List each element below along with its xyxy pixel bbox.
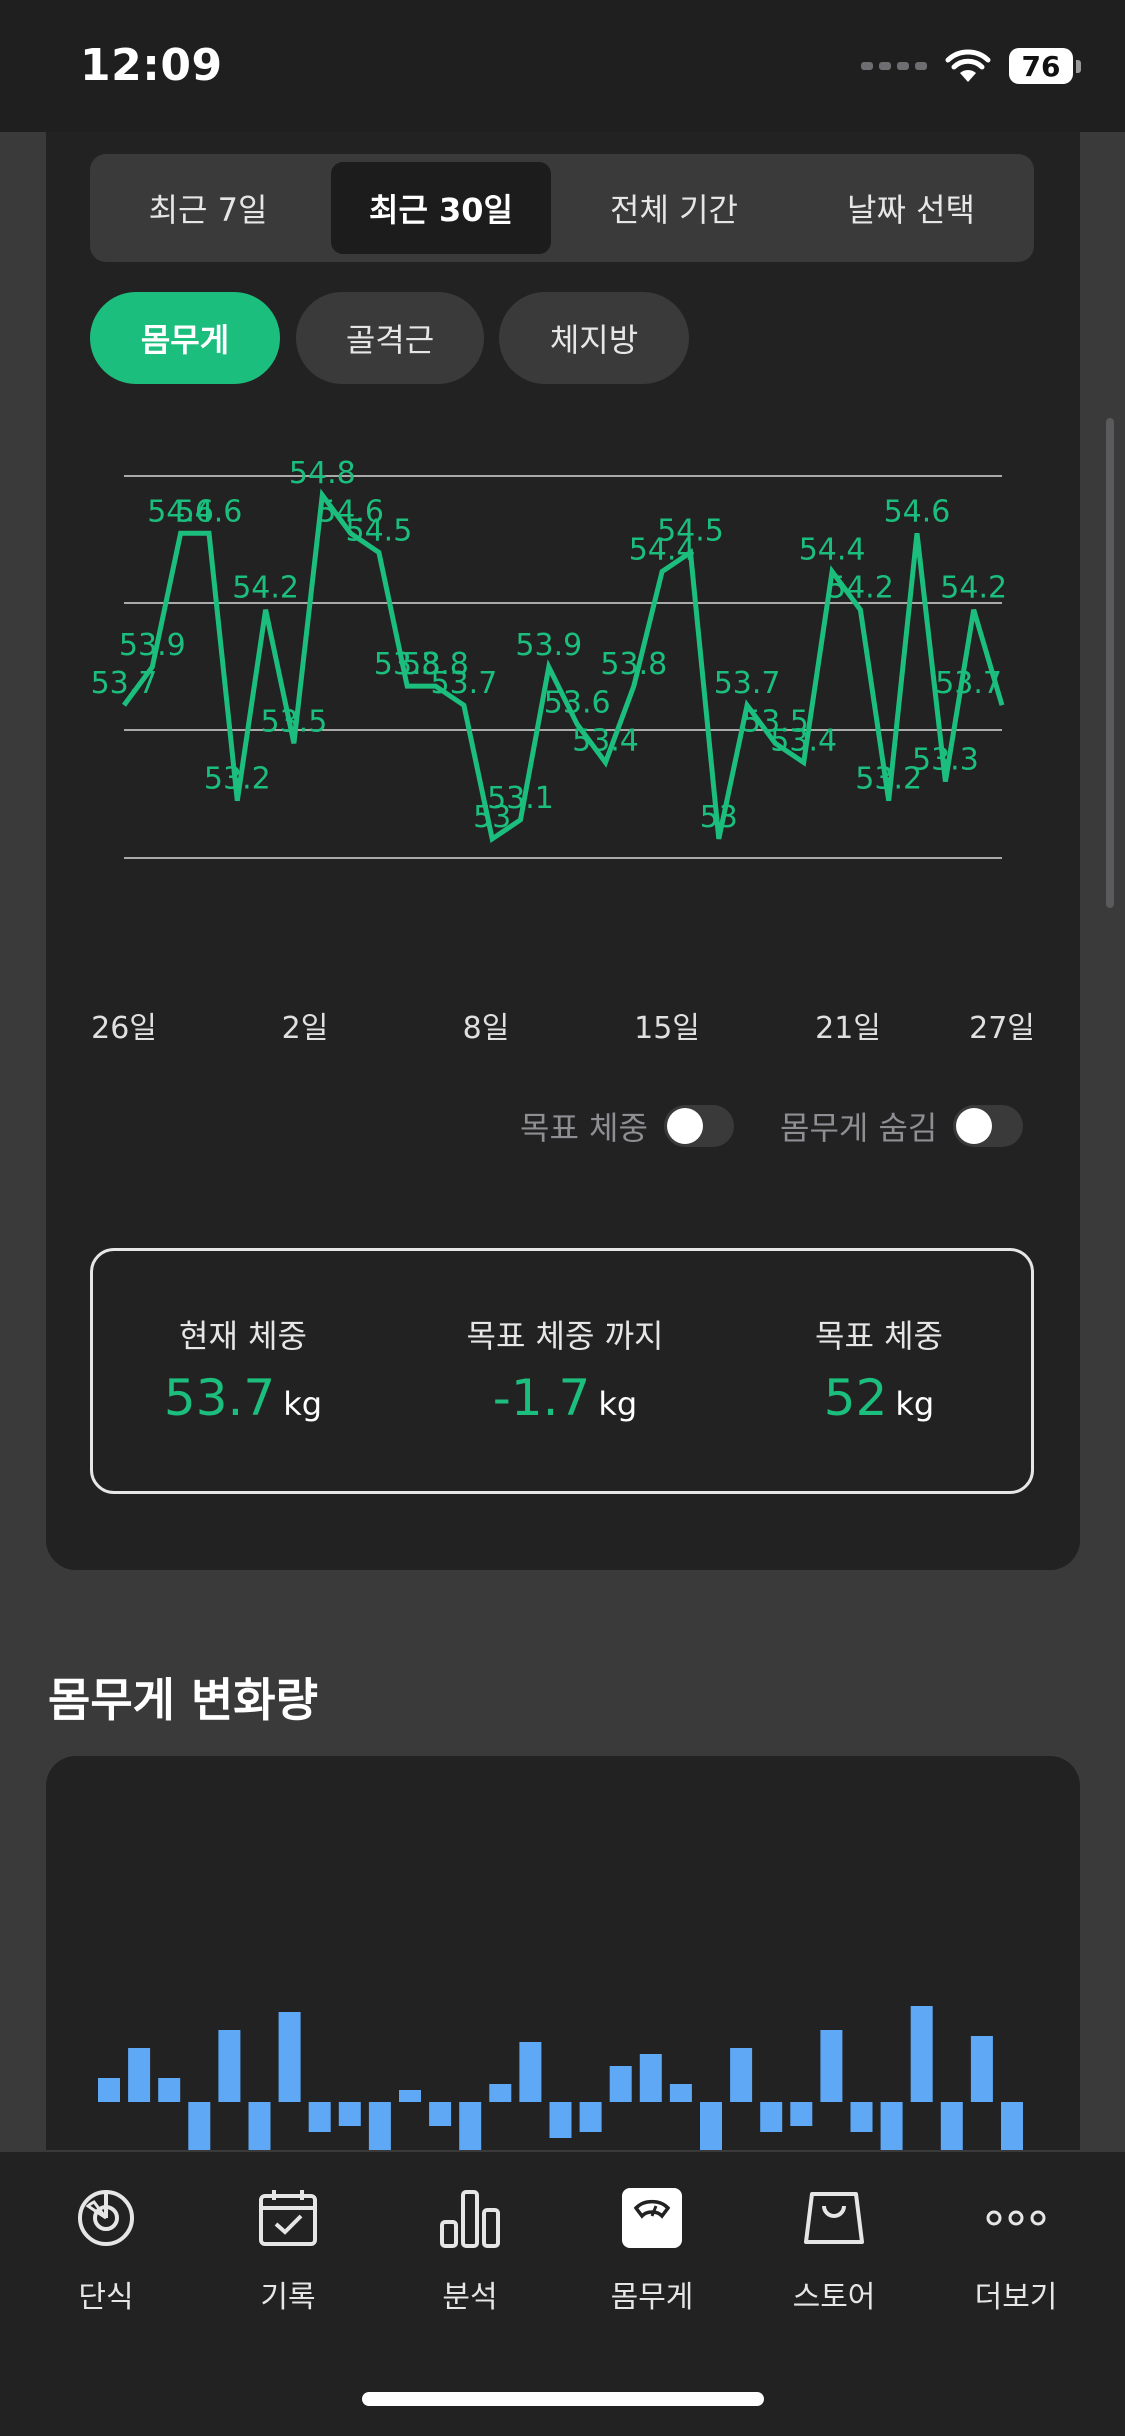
tab-all-period[interactable]: 전체 기간 bbox=[564, 162, 784, 254]
goal-weight-label: 목표 체중 bbox=[815, 1317, 943, 1355]
tab-select-date[interactable]: 날짜 선택 bbox=[797, 162, 1025, 254]
battery-level: 76 bbox=[1009, 48, 1073, 84]
tab-fasting[interactable]: 단식 bbox=[31, 2182, 181, 2316]
tab-analysis[interactable]: 분석 bbox=[395, 2182, 545, 2316]
tab-label: 스토어 bbox=[792, 2280, 876, 2315]
tab-label: 몸무게 bbox=[610, 2280, 694, 2315]
weight-change-title: 몸무게 변화량 bbox=[48, 1673, 318, 1727]
tab-more[interactable]: 더보기 bbox=[941, 2182, 1091, 2316]
goal-weight-toggle[interactable] bbox=[663, 1105, 734, 1147]
chip-body-fat[interactable]: 체지방 bbox=[499, 292, 689, 384]
status-bar: 12:09 76 bbox=[0, 0, 1125, 132]
to-goal-value: -1.7 bbox=[492, 1369, 591, 1427]
chip-weight[interactable]: 몸무게 bbox=[90, 292, 280, 384]
current-weight-stat: 현재 체중 53.7 kg bbox=[93, 1311, 393, 1427]
current-weight-label: 현재 체중 bbox=[179, 1317, 307, 1355]
cellular-signal-icon bbox=[861, 62, 927, 70]
hide-weight-toggle-label: 몸무게 숨김 bbox=[780, 1109, 938, 1147]
current-weight-value: 53.7 bbox=[163, 1369, 276, 1427]
scrollbar[interactable] bbox=[1106, 418, 1114, 908]
chip-skeletal-muscle[interactable]: 골격근 bbox=[296, 292, 484, 384]
shopping-bag-icon bbox=[798, 2182, 870, 2254]
to-goal-unit: kg bbox=[598, 1385, 638, 1423]
fasting-timer-icon bbox=[70, 2182, 142, 2254]
tab-label: 단식 bbox=[78, 2280, 134, 2315]
scale-icon bbox=[616, 2182, 688, 2254]
tab-label: 기록 bbox=[260, 2280, 316, 2315]
x-tick-label: 15일 bbox=[634, 1011, 700, 1046]
goal-weight-toggle-label: 목표 체중 bbox=[520, 1109, 648, 1147]
x-tick-label: 21일 bbox=[815, 1011, 881, 1046]
calendar-check-icon bbox=[252, 2182, 324, 2254]
x-tick-label: 2일 bbox=[281, 1011, 329, 1046]
goal-weight-unit: kg bbox=[895, 1385, 935, 1423]
battery-indicator: 76 bbox=[1009, 48, 1081, 84]
toggle-knob bbox=[956, 1108, 993, 1144]
to-goal-label: 목표 체중 까지 bbox=[466, 1317, 664, 1355]
to-goal-stat: 목표 체중 까지 -1.7 kg bbox=[415, 1311, 715, 1427]
goal-weight-toggle-row: 목표 체중 bbox=[520, 1098, 734, 1154]
period-segmented-control: 최근 7일 최근 30일 전체 기간 날짜 선택 bbox=[90, 154, 1034, 262]
x-tick-label: 8일 bbox=[462, 1011, 510, 1046]
tab-label: 더보기 bbox=[974, 2280, 1058, 2315]
bar-chart-icon bbox=[434, 2182, 506, 2254]
hide-weight-toggle-row: 몸무게 숨김 bbox=[780, 1098, 1024, 1154]
goal-weight-stat: 목표 체중 52 kg bbox=[729, 1311, 1029, 1427]
tab-recent-30-days[interactable]: 최근 30일 bbox=[331, 162, 551, 254]
more-dots-icon bbox=[980, 2182, 1052, 2254]
hide-weight-toggle[interactable] bbox=[953, 1105, 1024, 1147]
tab-label: 분석 bbox=[442, 2280, 498, 2315]
weight-stats-box: 현재 체중 53.7 kg 목표 체중 까지 -1.7 kg 목표 체중 52 … bbox=[90, 1248, 1034, 1494]
tab-weight[interactable]: 몸무게 bbox=[577, 2182, 727, 2316]
wifi-icon bbox=[945, 49, 991, 82]
tab-records[interactable]: 기록 bbox=[213, 2182, 363, 2316]
x-tick-label: 26일 bbox=[91, 1011, 157, 1046]
x-tick-label: 27일 bbox=[969, 1011, 1035, 1046]
status-indicators: 76 bbox=[861, 44, 1081, 88]
goal-weight-value: 52 bbox=[823, 1369, 888, 1427]
tab-store[interactable]: 스토어 bbox=[759, 2182, 909, 2316]
tab-recent-7-days[interactable]: 최근 7일 bbox=[98, 162, 318, 254]
current-weight-unit: kg bbox=[283, 1385, 323, 1423]
home-indicator[interactable] bbox=[362, 2392, 764, 2406]
status-time: 12:09 bbox=[80, 40, 223, 91]
toggle-knob bbox=[666, 1108, 703, 1144]
